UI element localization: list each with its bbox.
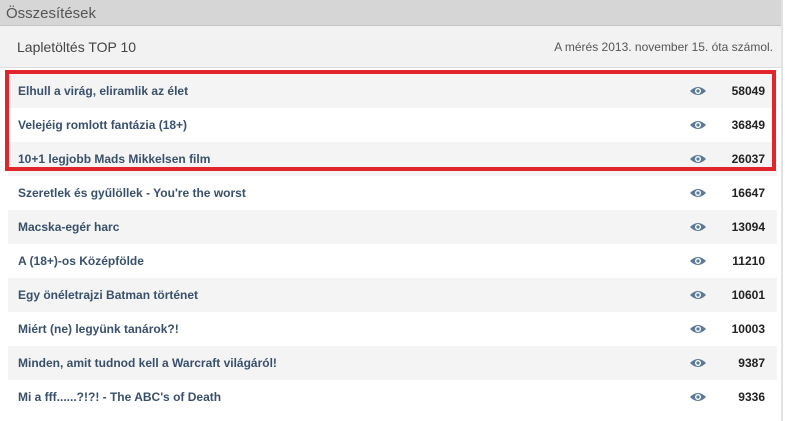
view-count: 9387 xyxy=(738,356,765,370)
eye-icon xyxy=(690,291,706,299)
eye-icon xyxy=(690,223,706,231)
view-count: 58049 xyxy=(731,84,765,98)
view-count: 9336 xyxy=(738,390,765,404)
view-count: 13094 xyxy=(731,220,765,234)
item-link[interactable]: Mi a fff......?!?! - The ABC's of Death xyxy=(18,390,221,404)
list-item: Macska-egér harc 13094 xyxy=(8,210,777,244)
item-link[interactable]: Miért (ne) legyünk tanárok?! xyxy=(18,322,179,336)
eye-icon xyxy=(690,121,706,129)
view-count: 10003 xyxy=(731,322,765,336)
view-count: 36849 xyxy=(731,118,765,132)
list-item: 10+1 legjobb Mads Mikkelsen film 26037 xyxy=(8,142,777,176)
view-count: 26037 xyxy=(731,152,765,166)
view-count: 16647 xyxy=(731,186,765,200)
view-count: 10601 xyxy=(731,288,765,302)
list-item: Velejéig romlott fantázia (18+) 36849 xyxy=(8,108,777,142)
eye-icon xyxy=(690,155,706,163)
panel-title: Összesítések xyxy=(6,5,97,22)
list-title: Lapletöltés TOP 10 xyxy=(17,39,137,55)
item-link[interactable]: Macska-egér harc xyxy=(18,220,119,234)
eye-icon xyxy=(690,257,706,265)
top-list: Elhull a virág, eliramlik az élet 58049 … xyxy=(8,74,777,414)
list-item: A (18+)-os Középfölde 11210 xyxy=(8,244,777,278)
measurement-note: A mérés 2013. november 15. óta számol. xyxy=(554,40,773,54)
item-link[interactable]: 10+1 legjobb Mads Mikkelsen film xyxy=(18,152,210,166)
eye-icon xyxy=(690,393,706,401)
eye-icon xyxy=(690,189,706,197)
list-item: Miért (ne) legyünk tanárok?! 10003 xyxy=(8,312,777,346)
item-link[interactable]: Velejéig romlott fantázia (18+) xyxy=(18,118,187,132)
list-item: Egy önéletrajzi Batman történet 10601 xyxy=(8,278,777,312)
panel-header: Összesítések xyxy=(0,0,781,26)
item-link[interactable]: Szeretlek és gyűlöllek - You're the wors… xyxy=(18,186,246,200)
list-item: Mi a fff......?!?! - The ABC's of Death … xyxy=(8,380,777,414)
eye-icon xyxy=(690,325,706,333)
view-count: 11210 xyxy=(732,254,765,268)
item-link[interactable]: Minden, amit tudnod kell a Warcraft vilá… xyxy=(18,356,277,370)
list-item: Elhull a virág, eliramlik az élet 58049 xyxy=(8,74,777,108)
sub-header: Lapletöltés TOP 10 A mérés 2013. novembe… xyxy=(0,26,781,68)
eye-icon xyxy=(690,87,706,95)
list-item: Minden, amit tudnod kell a Warcraft vilá… xyxy=(8,346,777,380)
item-link[interactable]: Egy önéletrajzi Batman történet xyxy=(18,288,198,302)
eye-icon xyxy=(690,359,706,367)
stats-panel: Összesítések Lapletöltés TOP 10 A mérés … xyxy=(0,0,783,421)
list-item: Szeretlek és gyűlöllek - You're the wors… xyxy=(8,176,777,210)
item-link[interactable]: Elhull a virág, eliramlik az élet xyxy=(18,84,188,98)
item-link[interactable]: A (18+)-os Középfölde xyxy=(18,254,144,268)
